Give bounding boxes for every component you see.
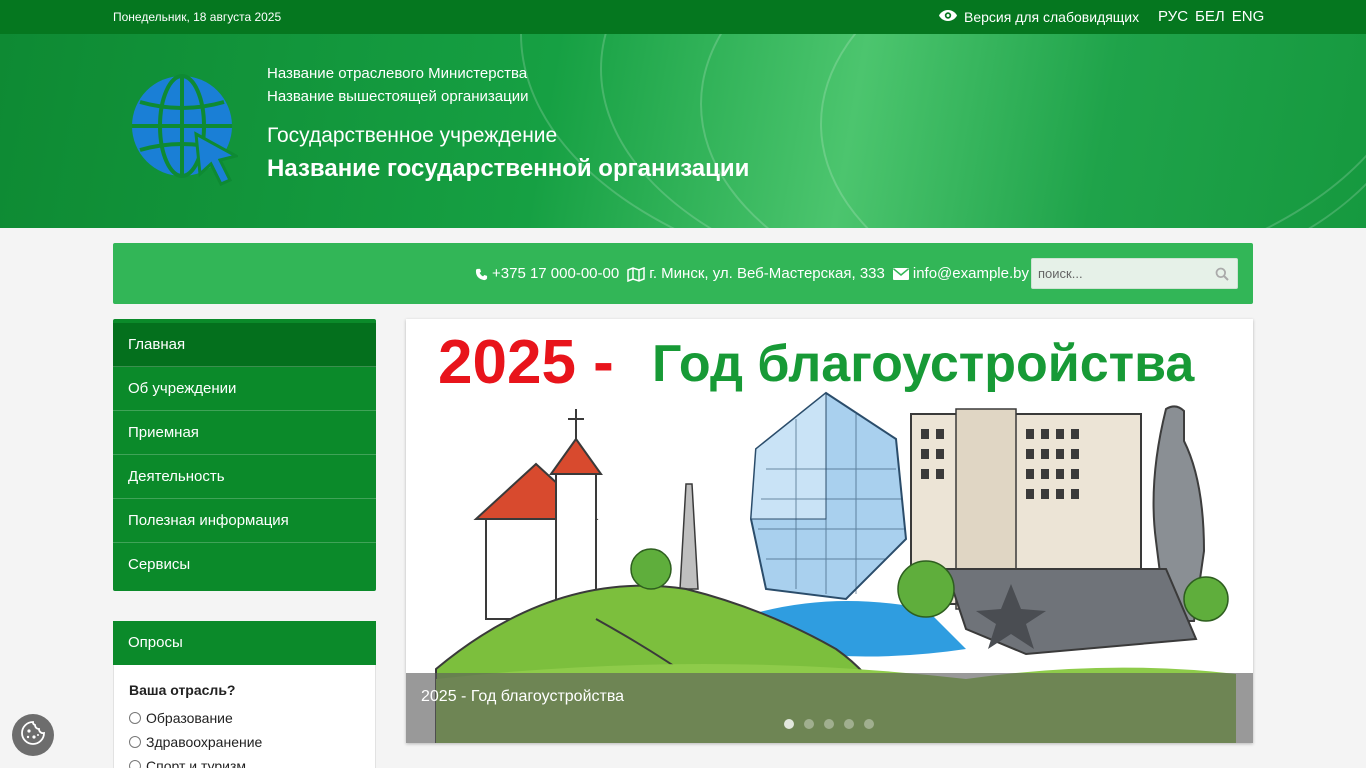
nav-item-services[interactable]: Сервисы <box>113 543 376 587</box>
radio-button[interactable] <box>129 760 141 768</box>
site-header: Название отраслевого Министерства Назван… <box>0 34 1366 228</box>
org-type: Государственное учреждение <box>267 124 558 147</box>
language-switcher: РУС БЕЛ ENG <box>1158 0 1264 34</box>
search-input[interactable] <box>1032 259 1212 288</box>
slider-dot[interactable] <box>804 719 814 729</box>
phone-icon <box>475 243 488 304</box>
email-link[interactable]: info@example.by <box>913 243 1029 304</box>
lang-be[interactable]: БЕЛ <box>1195 0 1225 34</box>
top-bar: Понедельник, 18 августа 2025 Версия для … <box>0 0 1366 34</box>
eye-icon <box>938 0 958 34</box>
nav-item-about[interactable]: Об учреждении <box>113 367 376 411</box>
poll-option-label: Образование <box>146 710 233 726</box>
poll-option-label: Здравоохранение <box>146 734 263 750</box>
lang-ru[interactable]: РУС <box>1158 0 1188 34</box>
slider-pagination <box>784 719 874 729</box>
search-box <box>1031 258 1238 289</box>
search-icon[interactable] <box>1215 267 1229 286</box>
nav-item-reception[interactable]: Приемная <box>113 411 376 455</box>
poll-title: Опросы <box>113 621 376 665</box>
nav-item-activity[interactable]: Деятельность <box>113 455 376 499</box>
slider-prev-button[interactable] <box>416 494 453 531</box>
cookie-icon <box>20 720 46 751</box>
nav-item-home[interactable]: Главная <box>113 323 376 367</box>
radio-button[interactable] <box>129 712 141 724</box>
radio-button[interactable] <box>129 736 141 748</box>
poll-option[interactable]: Здравоохранение <box>129 730 375 754</box>
org-name: Название государственной организации <box>267 155 750 182</box>
poll-option[interactable]: Спорт и туризм <box>129 754 375 768</box>
poll-widget: Опросы Ваша отрасль? Образование Здравоо… <box>113 621 376 768</box>
slider-dot[interactable] <box>844 719 854 729</box>
slider-dot[interactable] <box>864 719 874 729</box>
slider-dot[interactable] <box>824 719 834 729</box>
header-decoration <box>820 34 1366 228</box>
address: г. Минск, ул. Веб-Мастерская, 333 <box>649 265 885 282</box>
banner-text: Год благоустройства <box>652 335 1195 393</box>
chevron-left-icon <box>428 501 442 524</box>
cookie-settings-button[interactable] <box>12 714 54 756</box>
image-slider: 2025 - Год благоустройства 2025 - Год бл… <box>406 319 1253 743</box>
map-icon <box>627 243 645 304</box>
lang-en[interactable]: ENG <box>1232 0 1265 34</box>
current-date: Понедельник, 18 августа 2025 <box>113 10 282 24</box>
poll-question: Ваша отрасль? <box>129 682 236 698</box>
poll-option-label: Спорт и туризм <box>146 758 247 768</box>
phone-number[interactable]: +375 17 000-00-00 <box>492 243 619 304</box>
main-navigation: Главная Об учреждении Приемная Деятельно… <box>113 319 376 591</box>
contact-bar: +375 17 000-00-00 г. Минск, ул. Веб-Маст… <box>113 243 1253 304</box>
low-vision-version-link[interactable]: Версия для слабовидящих <box>938 0 1139 34</box>
slide-caption: 2025 - Год благоустройства <box>406 673 1253 743</box>
chevron-right-icon <box>1218 501 1232 524</box>
contact-info: +375 17 000-00-00 г. Минск, ул. Веб-Маст… <box>475 243 1029 304</box>
low-vision-label: Версия для слабовидящих <box>964 9 1140 25</box>
nav-item-useful-info[interactable]: Полезная информация <box>113 499 376 543</box>
slide-caption-text[interactable]: 2025 - Год благоустройства <box>421 688 624 706</box>
slider-next-button[interactable] <box>1206 494 1243 531</box>
slider-dot[interactable] <box>784 719 794 729</box>
banner-year: 2025 - <box>438 328 614 397</box>
site-logo-globe-icon[interactable] <box>128 72 241 187</box>
envelope-icon <box>892 243 909 304</box>
parent-org-name: Название вышестоящей организации <box>267 88 529 105</box>
ministry-name: Название отраслевого Министерства <box>267 65 528 82</box>
poll-option[interactable]: Образование <box>129 706 375 730</box>
